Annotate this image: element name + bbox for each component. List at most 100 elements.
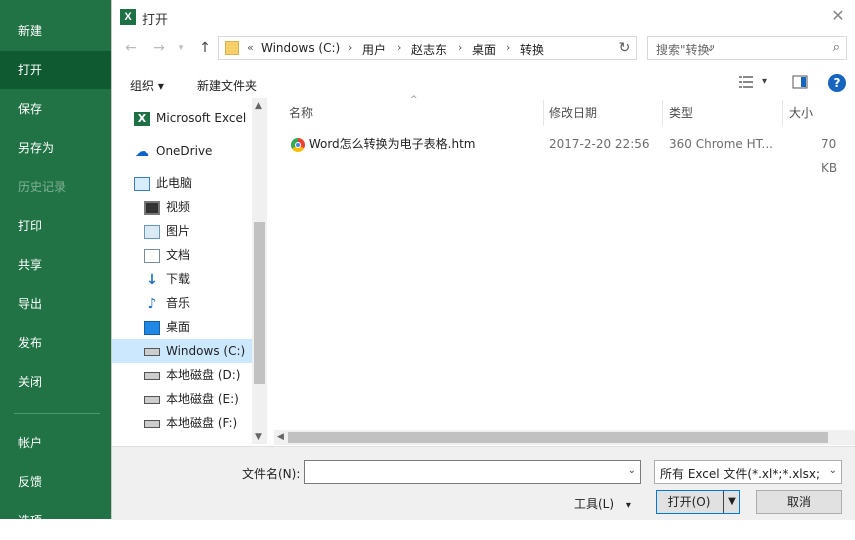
backstage-publish[interactable]: 发布 (0, 324, 111, 362)
file-list-scrollbar[interactable]: ◀ (274, 430, 855, 445)
open-button-label: 打开(O) (667, 495, 711, 509)
scrollbar-thumb[interactable] (254, 222, 265, 384)
backstage-share[interactable]: 共享 (0, 246, 111, 284)
nav-drive-d[interactable]: 本地磁盘 (D:) (144, 363, 240, 387)
column-name[interactable]: 名称 (289, 100, 313, 128)
breadcrumb-desktop[interactable]: 桌面 (472, 41, 496, 58)
scroll-up-icon[interactable]: ▲ (255, 101, 262, 111)
excel-app-icon: X (120, 9, 136, 25)
column-divider[interactable] (662, 100, 663, 126)
chrome-file-icon (291, 137, 305, 152)
breadcrumb-separator-icon[interactable]: › (348, 41, 352, 54)
nav-desktop[interactable]: 桌面 (144, 315, 190, 339)
tools-menu[interactable]: 工具(L) ▾ (574, 495, 631, 512)
nav-drive-f[interactable]: 本地磁盘 (F:) (144, 411, 237, 435)
open-dropdown-icon[interactable]: ▼ (725, 491, 739, 513)
chevron-down-icon[interactable]: ⌄ (829, 465, 837, 476)
nav-label: 此电脑 (156, 176, 193, 190)
nav-label: Windows (C:) (166, 344, 246, 358)
breadcrumb-current[interactable]: 转换 (520, 41, 544, 58)
help-icon[interactable]: ? (828, 74, 846, 92)
document-icon (144, 248, 160, 263)
backstage-export[interactable]: 导出 (0, 285, 111, 323)
nav-drive-e[interactable]: 本地磁盘 (E:) (144, 387, 239, 411)
nav-documents[interactable]: 文档 (144, 243, 190, 267)
organize-button[interactable]: 组织 ▾ (130, 77, 164, 94)
backstage-open[interactable]: 打开 (0, 51, 111, 89)
file-name: Word怎么转换为电子表格.htm (308, 137, 476, 151)
filename-input[interactable]: ⌄ (304, 460, 641, 484)
breadcrumb-separator-icon[interactable]: › (506, 41, 510, 54)
nav-drive-c[interactable]: Windows (C:) (112, 339, 252, 363)
nav-pictures[interactable]: 图片 (144, 219, 190, 243)
address-bar[interactable]: « Windows (C:) › 用户 › 赵志东 › 桌面 › 转换 ⌄ (218, 36, 715, 60)
open-button[interactable]: 打开(O) ▼ (656, 490, 740, 514)
backstage-new[interactable]: 新建 (0, 12, 111, 50)
cancel-button[interactable]: 取消 (756, 490, 842, 514)
nav-microsoft-excel[interactable]: X Microsoft Excel (134, 106, 246, 130)
drive-icon (144, 395, 160, 404)
nav-videos[interactable]: 视频 (144, 195, 190, 219)
video-icon (144, 200, 160, 215)
refresh-icon[interactable]: ↻ (613, 36, 637, 60)
navigation-pane: X Microsoft Excel ☁ OneDrive 此电脑 视频 图片 文档 … (112, 98, 267, 444)
nav-onedrive[interactable]: ☁ OneDrive (134, 139, 212, 163)
scroll-down-icon[interactable]: ▼ (255, 432, 262, 442)
computer-icon (134, 176, 150, 191)
scroll-left-icon[interactable]: ◀ (277, 432, 284, 442)
backstage-save-as[interactable]: 另存为 (0, 129, 111, 167)
backstage-close[interactable]: 关闭 (0, 363, 111, 401)
new-folder-button[interactable]: 新建文件夹 (197, 77, 257, 94)
nav-label: 本地磁盘 (E:) (166, 392, 239, 406)
column-divider[interactable] (543, 100, 544, 126)
breadcrumb-users[interactable]: 用户 (362, 41, 386, 58)
file-date: 2017-2-20 22:56 (549, 137, 650, 151)
tools-dropdown-icon[interactable]: ▾ (626, 500, 631, 511)
nav-this-pc[interactable]: 此电脑 (134, 171, 192, 195)
column-date[interactable]: 修改日期 (549, 100, 597, 128)
back-arrow-icon[interactable]: ← (122, 38, 140, 58)
nav-music[interactable]: ♪ 音乐 (144, 291, 190, 315)
desktop-icon (144, 320, 160, 335)
close-icon[interactable]: ✕ (828, 6, 848, 26)
nav-pane-scrollbar[interactable]: ▲ ▼ (252, 98, 267, 444)
folder-icon (225, 41, 239, 55)
nav-label: 本地磁盘 (F:) (166, 416, 238, 430)
backstage-save[interactable]: 保存 (0, 90, 111, 128)
search-icon[interactable]: ⌕ (833, 40, 840, 55)
tools-label: 工具(L) (574, 497, 615, 511)
column-type[interactable]: 类型 (669, 100, 693, 128)
music-icon: ♪ (147, 295, 157, 312)
file-name-cell: Word怎么转换为电子表格.htm (291, 132, 476, 156)
nav-downloads[interactable]: ↓ 下载 (144, 267, 190, 291)
column-divider[interactable] (782, 100, 783, 126)
file-row[interactable]: Word怎么转换为电子表格.htm 2017-2-20 22:56 360 Ch… (287, 132, 855, 175)
dialog-titlebar: X 打开 ✕ (112, 0, 855, 34)
excel-icon: X (134, 111, 150, 126)
up-arrow-icon[interactable]: ↑ (196, 38, 214, 58)
preview-pane-icon[interactable] (792, 74, 808, 90)
view-dropdown-icon[interactable]: ▾ (762, 76, 767, 87)
breadcrumb-separator-icon[interactable]: › (458, 41, 462, 54)
history-chevron-icon[interactable]: ▾ (172, 38, 190, 58)
file-type-filter[interactable]: 所有 Excel 文件(*.xl*;*.xlsx;*.xl ⌄ (654, 460, 842, 484)
view-options-icon[interactable] (738, 74, 754, 90)
breadcrumb-overflow[interactable]: « (247, 41, 254, 54)
picture-icon (144, 224, 160, 239)
backstage-account[interactable]: 帐户 (0, 424, 111, 462)
search-box[interactable]: 搜索"转换" ⌕ (647, 36, 847, 60)
backstage-feedback[interactable]: 反馈 (0, 463, 111, 501)
breadcrumb-user[interactable]: 赵志东 (411, 41, 447, 58)
backstage-sidebar: 新建 打开 保存 另存为 历史记录 打印 共享 导出 发布 关闭 帐户 反馈 选… (0, 0, 111, 528)
chevron-down-icon[interactable]: ⌄ (628, 465, 636, 476)
backstage-print[interactable]: 打印 (0, 207, 111, 245)
nav-label: OneDrive (156, 144, 213, 158)
breadcrumb-separator-icon[interactable]: › (397, 41, 401, 54)
search-placeholder: 搜索"转换" (656, 43, 716, 57)
scrollbar-thumb[interactable] (288, 432, 828, 443)
column-size[interactable]: 大小 (789, 100, 813, 128)
nav-label: 音乐 (166, 296, 191, 310)
forward-arrow-icon[interactable]: → (150, 38, 168, 58)
backstage-options[interactable]: 选项 (0, 502, 111, 540)
breadcrumb-drive[interactable]: Windows (C:) (261, 41, 340, 55)
